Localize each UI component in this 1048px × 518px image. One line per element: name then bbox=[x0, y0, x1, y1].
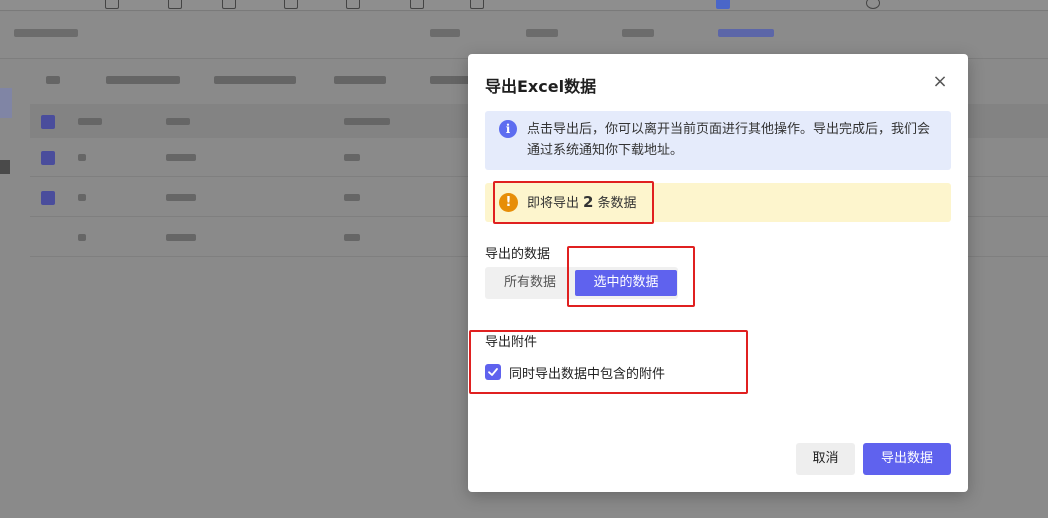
row-checkbox bbox=[41, 191, 55, 205]
info-text: 点击导出后，你可以离开当前页面进行其他操作。导出完成后，我们会通过系统通知你下载… bbox=[527, 122, 931, 158]
breadcrumb-item bbox=[622, 29, 654, 37]
breadcrumb-item bbox=[526, 29, 558, 37]
table-header-cell bbox=[344, 118, 390, 125]
bookmark-icon[interactable] bbox=[284, 0, 298, 9]
toolbar-item bbox=[334, 76, 386, 84]
sidebar-active-marker bbox=[0, 88, 12, 118]
table-cell bbox=[166, 154, 196, 161]
table-header-cell bbox=[166, 118, 190, 125]
table-cell bbox=[78, 154, 86, 161]
export-excel-dialog: 导出Excel数据 × i 点击导出后，你可以离开当前页面进行其他操作。导出完成… bbox=[468, 54, 968, 492]
background-toolbar bbox=[36, 64, 536, 98]
breadcrumb-item bbox=[430, 29, 460, 37]
annotation-box bbox=[567, 246, 695, 307]
export-data-label: 导出的数据 bbox=[485, 247, 551, 262]
table-cell bbox=[78, 234, 86, 241]
table-cell bbox=[344, 234, 360, 241]
toolbar-item bbox=[106, 76, 180, 84]
row-checkbox bbox=[41, 151, 55, 165]
bookmark-icon[interactable] bbox=[470, 0, 484, 9]
dialog-title: 导出Excel数据 bbox=[485, 77, 597, 96]
cancel-button[interactable]: 取消 bbox=[796, 443, 855, 475]
bookmarks-bar bbox=[0, 0, 1048, 11]
option-all-data[interactable]: 所有数据 bbox=[485, 267, 575, 299]
table-cell bbox=[166, 234, 196, 241]
bookmark-icon[interactable] bbox=[168, 0, 182, 9]
bookmark-icon[interactable] bbox=[222, 0, 236, 9]
background-page-header bbox=[0, 12, 1048, 59]
select-all-checkbox bbox=[41, 115, 55, 129]
sidebar-icon bbox=[0, 160, 10, 174]
annotation-box bbox=[493, 181, 654, 224]
bookmark-icon[interactable] bbox=[410, 0, 424, 9]
info-icon: i bbox=[499, 120, 517, 138]
bookmark-icon[interactable] bbox=[716, 0, 730, 9]
table-cell bbox=[166, 194, 196, 201]
refresh-icon bbox=[46, 76, 60, 84]
info-alert: i 点击导出后，你可以离开当前页面进行其他操作。导出完成后，我们会通过系统通知你… bbox=[485, 111, 951, 170]
close-icon[interactable]: × bbox=[931, 73, 949, 91]
toolbar-item bbox=[214, 76, 296, 84]
annotation-box bbox=[469, 330, 748, 394]
table-cell bbox=[344, 194, 360, 201]
export-data-button[interactable]: 导出数据 bbox=[863, 443, 951, 475]
bookmark-icon[interactable] bbox=[346, 0, 360, 9]
bookmark-icon[interactable] bbox=[105, 0, 119, 9]
bookmark-icon[interactable] bbox=[866, 0, 880, 9]
table-cell bbox=[78, 194, 86, 201]
app-selector bbox=[14, 29, 78, 37]
table-cell bbox=[344, 154, 360, 161]
table-header-cell bbox=[78, 118, 102, 125]
toolbar-item bbox=[430, 76, 470, 84]
breadcrumb-item bbox=[718, 29, 774, 37]
